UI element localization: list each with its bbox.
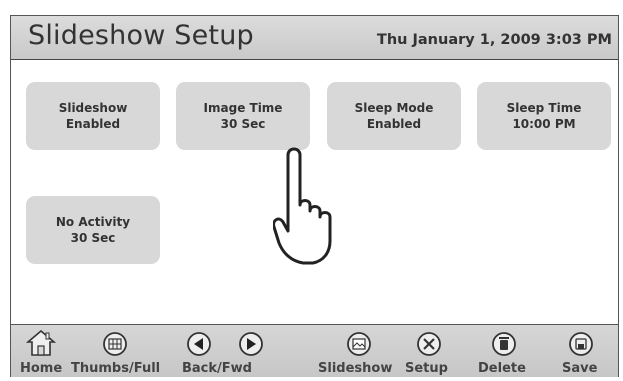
- tile-label: Sleep Mode: [354, 101, 434, 115]
- slideshow-button[interactable]: Slideshow: [316, 325, 396, 377]
- tile-label: Sleep Time: [506, 101, 582, 115]
- setup-label: Setup: [405, 361, 448, 376]
- slideshow-label: Slideshow: [318, 361, 393, 376]
- thumbs-full-button[interactable]: Thumbs/Full: [69, 325, 161, 377]
- back-fwd-group: Back/Fwd: [171, 325, 286, 377]
- tile-value: 10:00 PM: [512, 117, 576, 131]
- setup-button[interactable]: Setup: [403, 325, 458, 377]
- slideshow-setting-button[interactable]: Slideshow Enabled: [26, 82, 160, 150]
- thumbs-full-label: Thumbs/Full: [71, 361, 161, 376]
- tile-label: No Activity: [55, 215, 131, 229]
- no-activity-setting-button[interactable]: No Activity 30 Sec: [26, 196, 160, 264]
- tile-label: Image Time: [203, 101, 283, 115]
- home-label: Home: [20, 361, 63, 376]
- device-screen: Slideshow Setup Thu January 1, 2009 3:03…: [10, 15, 619, 377]
- back-fwd-label: Back/Fwd: [182, 361, 252, 376]
- grid-icon: [103, 332, 127, 356]
- back-arrow-icon[interactable]: [186, 331, 212, 357]
- bottom-toolbar: Home Thumbs/Full Back/Fwd Slideshow Setu…: [11, 324, 618, 377]
- save-label: Save: [562, 361, 598, 376]
- forward-arrow-icon[interactable]: [238, 331, 264, 357]
- page-title: Slideshow Setup: [28, 20, 254, 51]
- picture-icon: [347, 332, 371, 356]
- tile-value: 30 Sec: [70, 231, 116, 245]
- home-icon: [26, 329, 56, 356]
- save-button[interactable]: Save: [551, 325, 611, 377]
- tile-value: Enabled: [366, 117, 422, 131]
- header-bar: Slideshow Setup Thu January 1, 2009 3:03…: [11, 16, 618, 60]
- home-button[interactable]: Home: [11, 325, 71, 377]
- tools-icon: [417, 332, 441, 356]
- hand-pointer-icon: [273, 147, 332, 265]
- sleep-time-setting-button[interactable]: Sleep Time 10:00 PM: [477, 82, 611, 150]
- delete-button[interactable]: Delete: [474, 325, 534, 377]
- tile-value: Enabled: [65, 117, 121, 131]
- tile-value: 30 Sec: [220, 117, 266, 131]
- sleep-mode-setting-button[interactable]: Sleep Mode Enabled: [327, 82, 461, 150]
- image-time-setting-button[interactable]: Image Time 30 Sec: [176, 82, 310, 150]
- tile-label: Slideshow: [58, 101, 128, 115]
- delete-label: Delete: [478, 361, 526, 376]
- disk-icon: [569, 332, 593, 356]
- trash-icon: [492, 332, 516, 356]
- date-time-display: Thu January 1, 2009 3:03 PM: [376, 32, 612, 48]
